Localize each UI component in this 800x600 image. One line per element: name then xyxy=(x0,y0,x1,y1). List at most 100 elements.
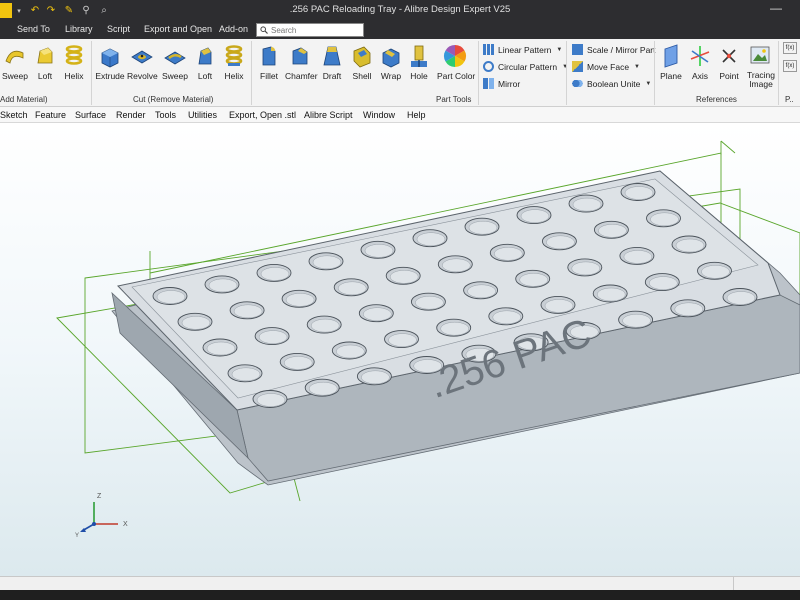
plane-handle-line xyxy=(720,140,736,154)
menu-render[interactable]: Render xyxy=(116,110,146,120)
ribbon-divider xyxy=(478,41,479,105)
cartridge-hole-floor xyxy=(233,304,263,319)
cut-sweep-button[interactable]: Sweep xyxy=(160,41,190,95)
revolve-cut-icon xyxy=(131,50,153,64)
add-sweep-button[interactable]: Sweep xyxy=(0,41,30,95)
add-loft-button[interactable]: Loft xyxy=(30,41,60,95)
cut-revolve-button[interactable]: Revolve xyxy=(127,41,158,95)
minimize-button[interactable]: — xyxy=(766,0,786,20)
move-face-dropdown[interactable]: Move Face ▼ xyxy=(572,59,640,74)
references-group-label: References xyxy=(696,95,737,104)
cartridge-hole-floor xyxy=(674,302,704,317)
extrude-cut-icon xyxy=(101,48,119,68)
ribbon: Sweep Loft Helix Add Material) Extrude R… xyxy=(0,39,800,107)
tab-library[interactable]: Library xyxy=(65,24,93,34)
cartridge-hole-floor xyxy=(650,212,679,227)
cartridge-hole-floor xyxy=(468,220,498,235)
tab-script[interactable]: Script xyxy=(107,24,130,34)
cartridge-hole-floor xyxy=(571,261,601,276)
cartridge-hole-floor xyxy=(308,381,338,396)
draft-button[interactable]: Draft xyxy=(317,41,347,95)
function-icon[interactable]: f(x) xyxy=(783,42,797,54)
add-helix-button[interactable]: Helix xyxy=(59,41,89,95)
cartridge-hole-floor xyxy=(494,247,523,261)
overflow-group-label: P.. xyxy=(785,95,794,104)
tab-add-on[interactable]: Add-on xyxy=(219,24,248,34)
cartridge-hole-floor xyxy=(520,209,550,223)
cartridge-hole-floor xyxy=(336,344,365,359)
3d-viewport[interactable]: .256 PAC Z X Y xyxy=(0,123,800,576)
ribbon-divider xyxy=(91,41,92,105)
ribbon-divider xyxy=(654,41,655,105)
chevron-down-icon: ▼ xyxy=(645,80,652,87)
status-bar xyxy=(0,576,800,591)
ribbon-divider xyxy=(778,41,779,105)
helix-icon xyxy=(65,45,83,65)
search-input[interactable] xyxy=(271,25,361,35)
wrap-button[interactable]: Wrap xyxy=(376,41,406,95)
menu-export-open-stl[interactable]: Export, Open .stl xyxy=(229,110,296,120)
linear-pattern-icon xyxy=(483,44,494,55)
triad-y-label: Y xyxy=(75,533,79,538)
menu-alibre-script[interactable]: Alibre Script xyxy=(304,110,353,120)
cartridge-hole-floor xyxy=(283,356,313,370)
cartridge-hole-floor xyxy=(156,290,186,304)
cut-extrude-button[interactable]: Extrude xyxy=(95,41,125,95)
menu-help[interactable]: Help xyxy=(407,110,426,120)
cartridge-hole-floor xyxy=(596,287,626,302)
menu-sketch[interactable]: Sketch xyxy=(0,110,28,120)
cartridge-hole-floor xyxy=(389,270,419,284)
axis-icon xyxy=(690,46,710,66)
tab-send-to[interactable]: Send To xyxy=(17,24,50,34)
shell-button[interactable]: Shell xyxy=(347,41,377,95)
triad-origin xyxy=(92,522,96,526)
chamfer-icon xyxy=(292,47,308,65)
chamfer-button[interactable]: Chamfer xyxy=(285,41,318,95)
menu-utilities[interactable]: Utilities xyxy=(188,110,217,120)
cartridge-hole-floor xyxy=(519,273,548,287)
search-box[interactable] xyxy=(256,23,364,37)
cartridge-hole-floor xyxy=(675,238,705,253)
plane-button[interactable]: Plane xyxy=(656,41,686,95)
mirror-button[interactable]: Mirror xyxy=(483,76,520,91)
cartridge-hole-floor xyxy=(622,313,651,328)
title-bar: ▾ ↶ ↷ ✎ ⚲ ⌕ .256 PAC Reloading Tray - Al… xyxy=(0,0,800,21)
cartridge-hole-floor xyxy=(208,278,238,293)
linear-pattern-dropdown[interactable]: Linear Pattern ▼ xyxy=(483,42,562,57)
fillet-icon xyxy=(262,46,276,66)
hole-button[interactable]: Hole xyxy=(404,41,434,95)
scale-mirror-part-button[interactable]: Scale / Mirror Part xyxy=(572,42,656,57)
cartridge-hole-floor xyxy=(388,333,417,347)
menu-feature[interactable]: Feature xyxy=(35,110,66,120)
helix-cut-icon xyxy=(225,45,243,66)
cartridge-hole-floor xyxy=(415,295,444,310)
cartridge-hole-floor xyxy=(363,307,392,321)
cartridge-hole-floor xyxy=(544,299,574,313)
circular-pattern-dropdown[interactable]: Circular Pattern▼ xyxy=(483,59,568,74)
cut-helix-button[interactable]: Helix xyxy=(219,41,249,95)
axis-button[interactable]: Axis xyxy=(685,41,715,95)
move-face-icon xyxy=(572,61,583,72)
axis-triad: Z X Y xyxy=(75,493,128,538)
cartridge-hole-floor xyxy=(416,232,446,246)
point-icon xyxy=(722,49,736,63)
boolean-unite-dropdown[interactable]: Boolean Unite ▼ xyxy=(572,76,651,91)
menu-window[interactable]: Window xyxy=(363,110,395,120)
cartridge-hole-floor xyxy=(598,224,627,238)
search-icon xyxy=(260,26,268,34)
cut-loft-button[interactable]: Loft xyxy=(190,41,220,95)
point-button[interactable]: Point xyxy=(714,41,744,95)
cartridge-hole-floor xyxy=(492,310,522,325)
tracing-image-button[interactable]: Tracing Image xyxy=(743,41,777,95)
function-icon[interactable]: f(x) xyxy=(783,60,797,72)
fillet-button[interactable]: Fillet xyxy=(254,41,284,95)
add-group-label: Add Material) xyxy=(0,95,48,104)
tab-export-and-open[interactable]: Export and Open xyxy=(144,24,212,34)
sweep-cut-icon xyxy=(164,51,186,65)
cartridge-hole-floor xyxy=(726,291,756,305)
menu-tools[interactable]: Tools xyxy=(155,110,176,120)
cut-group-label: Cut (Remove Material) xyxy=(133,95,214,104)
menu-surface[interactable]: Surface xyxy=(75,110,106,120)
circular-pattern-icon xyxy=(483,61,494,72)
part-color-button[interactable]: Part Color xyxy=(437,41,475,95)
